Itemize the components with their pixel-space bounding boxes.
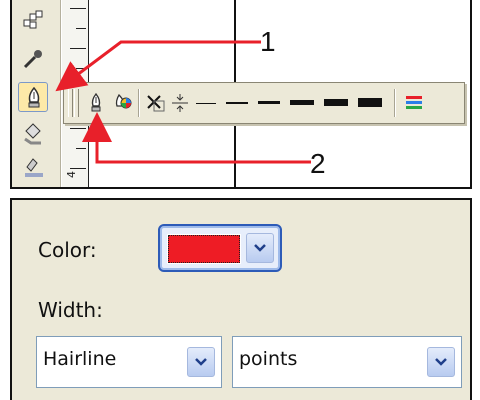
ruler-label: 4 [65,171,78,178]
flyout-separator [138,89,139,117]
outline-tool[interactable] [18,82,48,112]
eyedropper-tool[interactable] [18,44,48,74]
outline-flyout-toolbar [63,82,465,124]
outline-pen-dialog-icon [91,92,101,112]
shape-tool[interactable] [18,6,48,36]
width-label: Width: [38,298,103,322]
no-outline-icon [147,95,165,112]
callout-2: 2 [310,148,326,179]
outline-color-button[interactable] [112,92,132,114]
chevron-down-icon [254,244,266,252]
flyout-grip[interactable] [74,89,79,117]
width-dropdown-button[interactable] [187,347,215,377]
color-label: Color: [38,238,97,262]
outline-pen-dialog: Color: Width: Hairline points [10,198,472,400]
color-swatch [167,234,241,264]
callout-1: 1 [260,26,276,57]
units-dropdown-button[interactable] [427,347,455,377]
line-width-thick[interactable] [290,100,314,105]
units-select[interactable]: points [232,336,462,388]
outline-pen-dialog-button[interactable] [86,92,106,114]
fill-bucket-icon [24,123,41,145]
width-select[interactable]: Hairline [36,336,222,388]
hairline-outline-button[interactable] [170,92,190,114]
line-width-heavy[interactable] [324,99,348,106]
no-outline-button[interactable] [146,92,166,114]
chevron-down-icon [195,358,207,366]
fill-tool[interactable] [18,118,48,148]
shape-tool-icon [23,10,43,29]
chevron-down-icon [435,358,447,366]
line-width-medium[interactable] [258,101,280,104]
line-width-thin[interactable] [226,102,248,104]
hairline-outline-icon [172,94,188,112]
line-width-extra-heavy[interactable] [358,98,382,107]
color-docker-icon [406,96,422,109]
color-dropdown-button[interactable] [246,233,274,263]
toolbox [12,0,61,187]
units-select-value: points [239,348,298,370]
color-picker[interactable] [158,224,282,272]
interactive-fill-icon [25,158,43,177]
line-width-hairline[interactable] [196,103,216,104]
width-select-value: Hairline [43,348,117,370]
interactive-fill-tool[interactable] [18,152,48,182]
color-docker-button[interactable] [404,92,424,114]
outline-pen-icon [28,86,40,108]
eyedropper-icon [23,50,42,69]
outline-color-icon [115,93,132,109]
flyout-grip[interactable] [68,89,73,117]
flyout-separator [394,89,395,117]
corel-workspace-screenshot: 4 1 2 [10,0,472,189]
